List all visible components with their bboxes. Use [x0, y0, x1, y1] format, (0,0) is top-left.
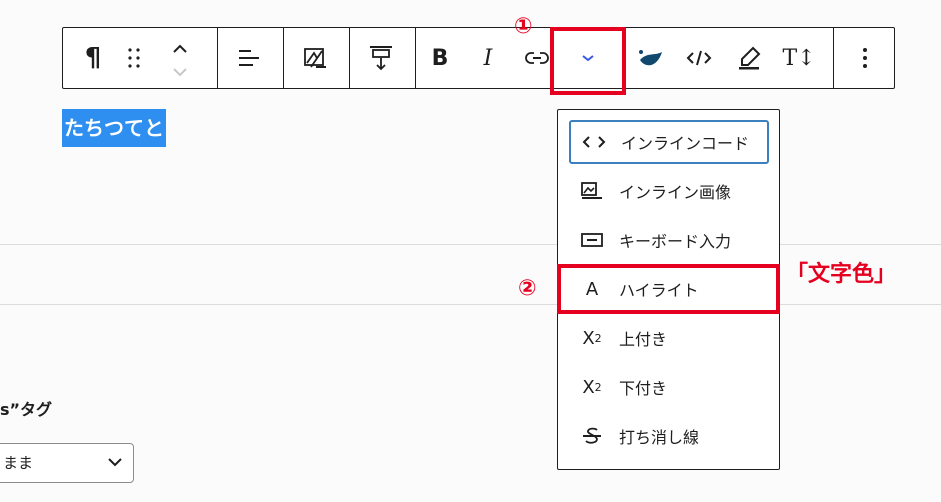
toolbar-divider [217, 28, 218, 88]
menu-item-label: インラインコード [621, 134, 750, 153]
menu-item-highlight[interactable]: A ハイライト [569, 267, 769, 311]
strikethrough-icon [579, 424, 605, 448]
typography-icon: T↕ [782, 45, 816, 71]
highlighter-button[interactable] [731, 28, 767, 88]
menu-item-label: インライン画像 [619, 183, 732, 202]
link-icon [525, 52, 549, 64]
move-down-button[interactable] [163, 60, 197, 84]
annotation-callout: 「文字色」 [786, 262, 897, 287]
code-icon [686, 50, 712, 66]
block-toolbar: ¶ B I T↕ [62, 27, 895, 89]
more-vertical-icon [863, 48, 867, 68]
bold-button[interactable]: B [423, 28, 457, 88]
toolbar-divider [833, 28, 834, 88]
drag-handle-icon [128, 48, 140, 68]
annotation-step-1: ① [514, 14, 533, 39]
height-button[interactable] [361, 28, 401, 88]
paragraph-button[interactable]: ¶ [73, 28, 113, 88]
align-button[interactable] [229, 28, 269, 88]
media-button[interactable] [295, 28, 335, 88]
menu-item-label: キーボード入力 [619, 232, 732, 251]
vertical-spacing-icon [370, 46, 392, 71]
section-divider [0, 244, 941, 245]
menu-item-label: 打ち消し線 [619, 428, 700, 447]
menu-item-strikethrough[interactable]: 打ち消し線 [569, 414, 769, 458]
setting-heading: s”タグ [0, 400, 53, 419]
keyboard-input-icon [579, 228, 605, 252]
italic-label: I [483, 45, 493, 71]
annotation-step-2: ② [518, 276, 537, 301]
menu-item-inline-code[interactable]: インラインコード [569, 120, 769, 164]
subscript-icon: X2 [582, 376, 602, 398]
menu-item-subscript[interactable]: X2 下付き [569, 365, 769, 409]
chevron-up-icon [173, 44, 187, 53]
drag-handle[interactable] [119, 28, 149, 88]
selected-text[interactable]: たちつてと [62, 109, 166, 147]
inline-image-icon [579, 179, 605, 203]
menu-item-superscript[interactable]: X2 上付き [569, 316, 769, 360]
menu-item-keyboard-input[interactable]: キーボード入力 [569, 218, 769, 262]
italic-button[interactable]: I [471, 28, 505, 88]
image-text-icon [304, 48, 326, 68]
align-left-icon [239, 50, 259, 66]
menu-item-label: ハイライト [619, 281, 699, 300]
chevron-down-icon [173, 68, 187, 77]
select-value: まま [3, 454, 34, 472]
menu-item-label: 上付き [619, 330, 668, 349]
chevron-down-icon [108, 458, 122, 467]
typography-button[interactable]: T↕ [779, 28, 819, 88]
toolbar-divider [283, 28, 284, 88]
code-icon [581, 130, 607, 154]
code-button[interactable] [681, 28, 717, 88]
more-formats-button[interactable] [563, 28, 613, 88]
bold-label: B [431, 45, 449, 71]
setting-select[interactable]: まま [0, 443, 134, 483]
highlighter-icon [739, 46, 761, 70]
letter-a-icon: A [585, 278, 599, 300]
toolbar-divider [415, 28, 416, 88]
text-color-button[interactable] [633, 28, 669, 88]
pilcrow-icon: ¶ [84, 43, 102, 73]
options-button[interactable] [845, 28, 885, 88]
menu-item-label: 下付き [619, 379, 668, 398]
menu-item-inline-image[interactable]: インライン画像 [569, 169, 769, 213]
superscript-icon: X2 [582, 327, 602, 349]
toolbar-divider [349, 28, 350, 88]
format-dropdown-menu: インラインコード インライン画像 キーボード入力 A ハイライト X2 上付き … [557, 109, 780, 470]
paint-drop-icon [639, 50, 662, 66]
section-divider [0, 304, 941, 305]
chevron-down-icon [582, 55, 594, 62]
